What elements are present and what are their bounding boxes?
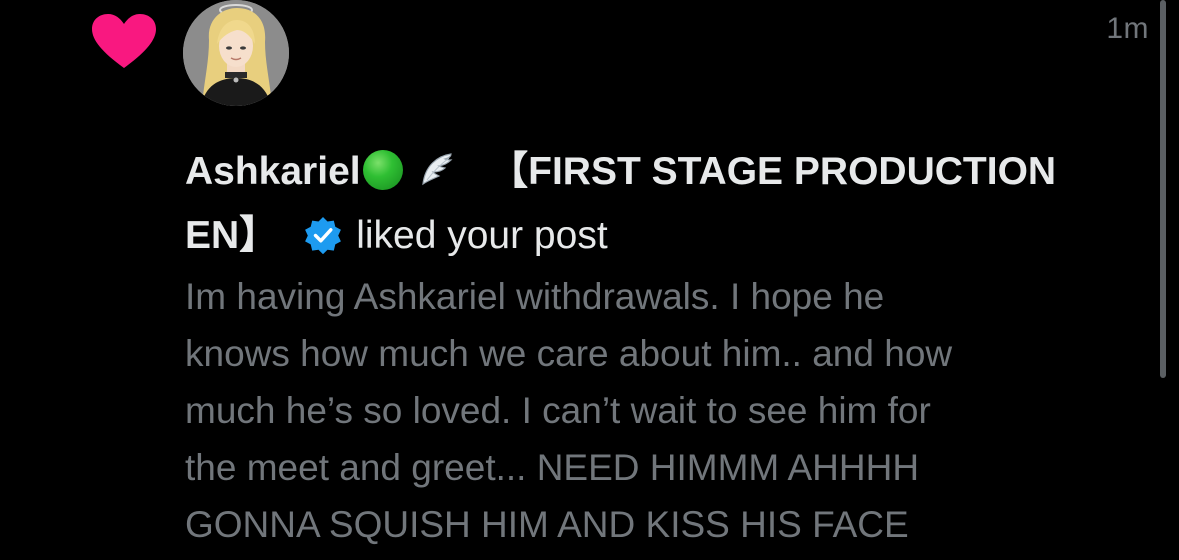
user-display-suffix-2: EN】: [185, 214, 279, 257]
heart-icon: [92, 14, 156, 70]
timestamp: 1m: [1106, 12, 1149, 45]
avatar[interactable]: [183, 0, 289, 106]
notification-headline: Ashkariel 【FIRST STAGE PRODUCTION EN】 lik…: [185, 140, 1160, 268]
like-notification[interactable]: 1m Ashkariel 【FIRST STAGE PRODUCTION EN】 …: [0, 0, 1179, 560]
scrollbar[interactable]: [1160, 0, 1166, 378]
green-circle-icon: [362, 150, 403, 190]
user-name: Ashkariel: [185, 150, 361, 193]
wing-icon: [417, 146, 457, 186]
verified-badge-icon: [304, 210, 342, 255]
action-text: liked your post: [356, 214, 608, 257]
user-display-suffix: 【FIRST STAGE PRODUCTION: [489, 150, 1057, 193]
post-preview-text[interactable]: Im having Ashkariel withdrawals. I hope …: [185, 268, 1145, 553]
